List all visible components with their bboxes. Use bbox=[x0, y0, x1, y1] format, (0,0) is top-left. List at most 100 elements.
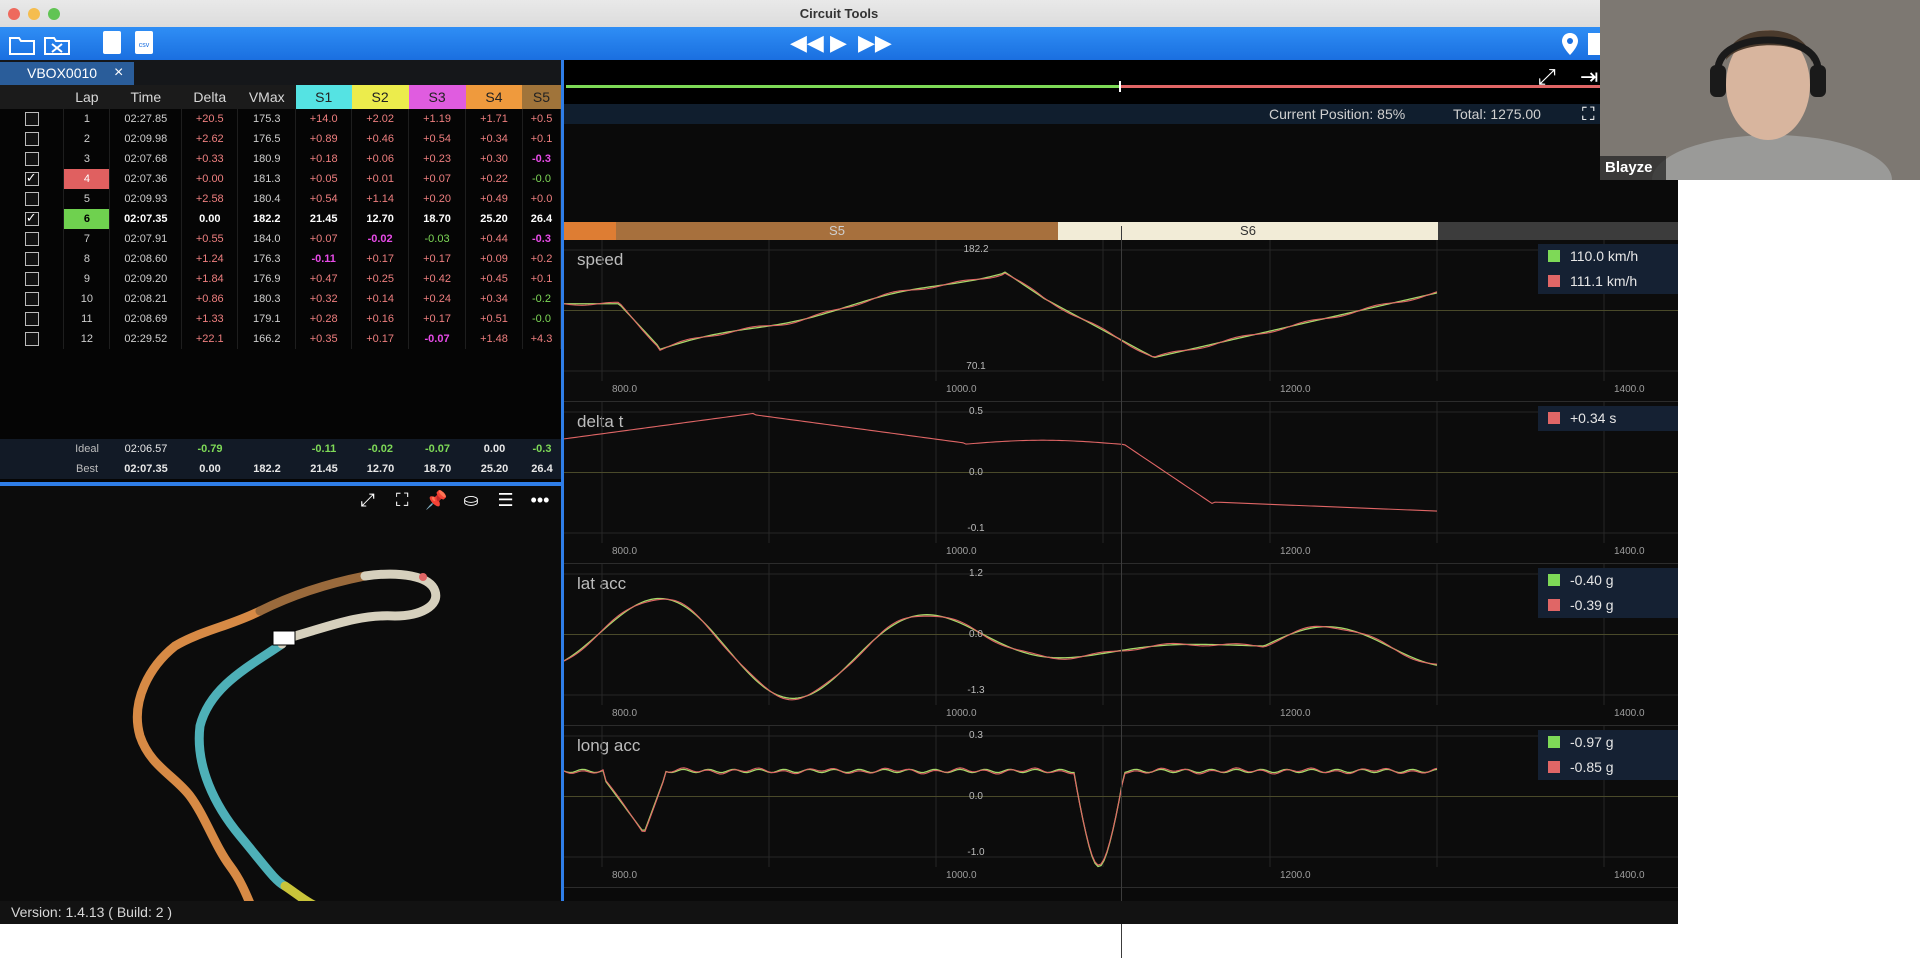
location-pin-icon[interactable] bbox=[1560, 31, 1580, 57]
position-scrubber[interactable]: ⤢ ⇥ bbox=[564, 60, 1678, 104]
column-header-s4[interactable]: S4 bbox=[465, 85, 523, 109]
column-header-lap[interactable]: Lap bbox=[63, 85, 110, 109]
lap-number: 6 bbox=[63, 209, 111, 229]
column-header-delta[interactable]: Delta bbox=[181, 85, 238, 109]
play-button[interactable]: ▶ bbox=[830, 30, 847, 56]
lap-row[interactable]: 2 02:09.98 +2.62 176.5 +0.89 +0.46 +0.54 +0.34 +… bbox=[0, 129, 561, 149]
y-tick-label: 0.0 bbox=[969, 790, 983, 802]
lap-checkbox[interactable] bbox=[24, 312, 39, 326]
track-map[interactable] bbox=[0, 486, 561, 901]
column-header-s5[interactable]: S5 bbox=[522, 85, 561, 109]
lap-sector-4: +1.71 bbox=[465, 109, 523, 129]
lap-checkbox[interactable] bbox=[24, 252, 39, 266]
best-s1: 21.45 bbox=[310, 463, 338, 475]
session-tab-label: VBOX0010 bbox=[27, 65, 98, 81]
fullscreen-icon[interactable]: ⛶ bbox=[1582, 104, 1595, 125]
lap-checkbox[interactable] bbox=[24, 272, 39, 286]
lap-row[interactable]: 402:07.36+0.00181.3+0.05+0.01+0.07+0.22-… bbox=[0, 169, 561, 189]
lap-sector-1: 21.45 bbox=[295, 209, 353, 229]
lap-time: 02:29.52 bbox=[109, 329, 183, 349]
lap-sector-1: +14.0 bbox=[295, 109, 353, 129]
lap-sector-1: +0.54 bbox=[295, 189, 353, 209]
x-tick-label: 1000.0 bbox=[946, 384, 977, 395]
lap-delta: +0.86 bbox=[181, 289, 239, 309]
lap-checkbox[interactable] bbox=[24, 332, 39, 346]
lap-checkbox[interactable] bbox=[24, 210, 39, 226]
column-header-s2[interactable]: S2 bbox=[351, 85, 409, 109]
lap-sector-5: +0.1 bbox=[522, 129, 561, 149]
chart-legend: 110.0 km/h 111.1 km/h bbox=[1538, 244, 1678, 294]
lap-checkbox[interactable] bbox=[24, 152, 39, 166]
lap-sector-2: +0.25 bbox=[351, 269, 410, 289]
lap-delta: +1.33 bbox=[181, 309, 239, 329]
x-tick-label: 1000.0 bbox=[946, 546, 977, 557]
lap-vmax: 175.3 bbox=[237, 109, 297, 129]
lap-sector-3: -0.07 bbox=[408, 329, 467, 349]
scrubber-handle[interactable] bbox=[1119, 81, 1121, 92]
select-column-header bbox=[0, 85, 64, 109]
folder-icon[interactable] bbox=[9, 33, 35, 55]
lap-row[interactable]: 602:07.350.00182.221.4512.7018.7025.2026… bbox=[0, 209, 561, 229]
column-header-s3[interactable]: S3 bbox=[408, 85, 466, 109]
lap-sector-4: +0.49 bbox=[465, 189, 523, 209]
close-file-icon[interactable] bbox=[44, 33, 70, 55]
session-tab[interactable]: VBOX0010 × bbox=[0, 62, 134, 85]
column-header-vmax[interactable]: VMax bbox=[237, 85, 296, 109]
sector-s6-block[interactable]: S6 bbox=[1058, 222, 1438, 240]
lap-vmax: 184.0 bbox=[237, 229, 297, 249]
lap-checkbox[interactable] bbox=[24, 132, 39, 146]
lap-sector-3: 18.70 bbox=[408, 209, 467, 229]
lap-row[interactable]: 12 02:29.52 +22.1 166.2 +0.35 +0.17 -0.07 +1.48… bbox=[0, 329, 561, 349]
lap-checkbox-cell bbox=[0, 109, 65, 129]
lap-delta: +0.00 bbox=[181, 169, 239, 189]
x-tick-label: 1200.0 bbox=[1280, 384, 1311, 395]
y-tick-label: 1.2 bbox=[969, 568, 983, 579]
current-position: Current Position: 85% bbox=[1269, 106, 1406, 122]
lap-row[interactable]: 10 02:08.21 +0.86 180.3 +0.32 +0.14 +0.24 +0.34… bbox=[0, 289, 561, 309]
legend-entry: -0.97 g bbox=[1538, 730, 1678, 755]
y-tick-label: 0.3 bbox=[969, 730, 983, 741]
lap-checkbox-cell bbox=[0, 169, 65, 189]
lap-sector-1: +0.32 bbox=[295, 289, 353, 309]
rewind-button[interactable]: ◀◀ bbox=[790, 30, 824, 56]
lap-row[interactable]: 7 02:07.91 +0.55 184.0 +0.07 -0.02 -0.03 +0.44-… bbox=[0, 229, 561, 249]
lap-row[interactable]: 5 02:09.93 +2.58 180.4 +0.54 +1.14 +0.20 +0.49 +… bbox=[0, 189, 561, 209]
expand-chart-icon[interactable]: ⤢ bbox=[1538, 64, 1556, 90]
legend-value: 110.0 km/h bbox=[1570, 248, 1639, 264]
lap-checkbox[interactable] bbox=[24, 112, 39, 126]
ideal-row: Ideal 02:06.57 -0.79 -0.11 -0.02 -0.07 0… bbox=[0, 439, 561, 459]
x-tick-label: 1400.0 bbox=[1614, 384, 1645, 395]
x-tick-label: 800.0 bbox=[612, 870, 638, 881]
y-tick-label: -1.0 bbox=[967, 847, 985, 858]
legend-entry: 110.0 km/h bbox=[1538, 244, 1678, 269]
column-header-s1[interactable]: S1 bbox=[295, 85, 352, 109]
lap-row[interactable]: 11 02:08.69 +1.33 179.1 +0.28 +0.16 +0.17 +0.51… bbox=[0, 309, 561, 329]
csv-export-icon[interactable]: csv bbox=[135, 31, 153, 54]
lap-checkbox[interactable] bbox=[24, 170, 39, 186]
lap-checkbox[interactable] bbox=[24, 292, 39, 306]
y-tick-label: -1.3 bbox=[967, 685, 985, 696]
layout-grid-icon[interactable] bbox=[1588, 33, 1600, 55]
lap-sector-3: -0.03 bbox=[408, 229, 467, 249]
lap-row[interactable]: 3 02:07.68 +0.33 180.9 +0.18 +0.06 +0.23 +0.30-… bbox=[0, 149, 561, 169]
position-info-bar: Current Position: 85% Total: 1275.00 ⛶ bbox=[564, 104, 1678, 124]
session-tab-close-icon[interactable]: × bbox=[114, 64, 123, 82]
exit-icon[interactable]: ⇥ bbox=[1580, 64, 1598, 90]
lap-checkbox[interactable] bbox=[24, 192, 39, 206]
sd-card-icon[interactable] bbox=[103, 31, 121, 54]
fast-forward-button[interactable]: ▶▶ bbox=[858, 30, 892, 56]
lap-row[interactable]: 8 02:08.60 +1.24 176.3 -0.11 +0.17 +0.17 +0.09 +… bbox=[0, 249, 561, 269]
sector-s5-block[interactable]: S5 bbox=[616, 222, 1058, 240]
lap-row[interactable]: 9 02:09.20 +1.84 176.9 +0.47 +0.25 +0.42 +0.45 +… bbox=[0, 269, 561, 289]
lap-row[interactable]: 1 02:27.85 +20.5 175.3 +14.0 +2.02 +1.19 +1.71 +… bbox=[0, 109, 561, 129]
ideal-label: Ideal bbox=[75, 443, 99, 455]
lap-time: 02:07.68 bbox=[109, 149, 183, 169]
lap-delta: +22.1 bbox=[181, 329, 239, 349]
lap-vmax: 176.3 bbox=[237, 249, 297, 269]
best-s2: 12.70 bbox=[366, 463, 395, 475]
column-header-time[interactable]: Time bbox=[109, 85, 182, 109]
lap-sector-3: +0.20 bbox=[408, 189, 467, 209]
lap-sector-2: +1.14 bbox=[351, 189, 410, 209]
series-line-red bbox=[564, 412, 1438, 512]
lap-checkbox[interactable] bbox=[24, 232, 39, 246]
